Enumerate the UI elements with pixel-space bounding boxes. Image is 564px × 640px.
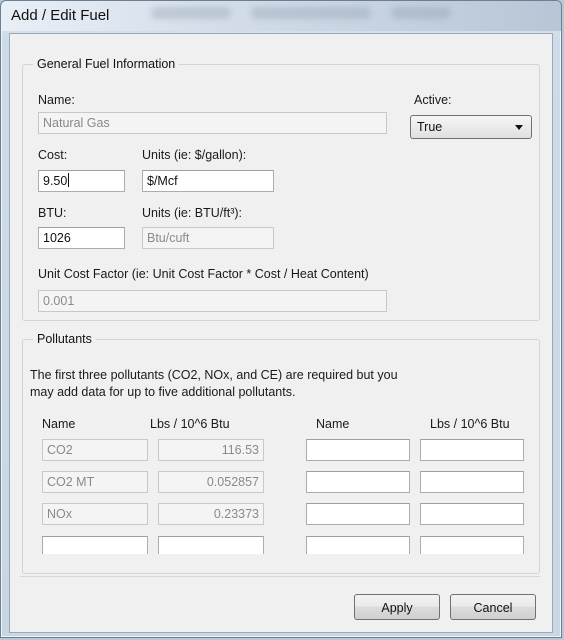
pollutant-name-cell[interactable] [42, 536, 148, 554]
apply-button[interactable]: Apply [354, 594, 440, 620]
name-field[interactable]: Natural Gas [38, 112, 387, 134]
pollutant-value-cell[interactable] [420, 503, 524, 525]
cost-label: Cost: [38, 148, 68, 162]
pollutant-value-cell[interactable] [158, 536, 264, 554]
dialog-body: General Fuel Information Name: Natural G… [9, 33, 553, 633]
dialog-window: Add / Edit Fuel General Fuel Information… [0, 0, 562, 638]
btu-units-label: Units (ie: BTU/ft³): [142, 206, 243, 220]
title-bar[interactable]: Add / Edit Fuel [1, 1, 561, 31]
pollutant-value-cell[interactable] [420, 439, 524, 461]
pollutant-name-cell[interactable]: CO2 MT [42, 471, 148, 493]
pollutants-description-line: The first three pollutants (CO2, NOx, an… [30, 368, 398, 382]
name-label: Name: [38, 93, 75, 107]
pollutant-name-cell[interactable]: NOx [42, 503, 148, 525]
active-label: Active: [414, 93, 452, 107]
pollutants-legend: Pollutants [37, 332, 92, 346]
chevron-down-icon [515, 125, 523, 130]
btu-field[interactable]: 1026 [38, 227, 125, 249]
cost-units-label: Units (ie: $/gallon): [142, 148, 247, 162]
window-title: Add / Edit Fuel [11, 7, 110, 24]
active-dropdown[interactable]: True [410, 115, 532, 139]
pollutant-value-cell[interactable]: 0.052857 [158, 471, 264, 493]
unit-cost-factor-label: Unit Cost Factor (ie: Unit Cost Factor *… [38, 267, 369, 281]
unit-cost-factor-field[interactable]: 0.001 [38, 290, 387, 312]
pollutants-description: The first three pollutants (CO2, NOx, an… [30, 367, 398, 401]
cost-units-field[interactable]: $/Mcf [142, 170, 274, 192]
pollutants-description-line: may add data for up to five additional p… [30, 385, 296, 399]
text-caret [68, 173, 70, 187]
column-header-lbs: Lbs / 10^6 Btu [430, 417, 510, 431]
pollutant-value-cell[interactable]: 0.23373 [158, 503, 264, 525]
column-header-name: Name [316, 417, 350, 431]
pollutant-value-cell[interactable]: 116.53 [158, 439, 264, 461]
cancel-button[interactable]: Cancel [450, 594, 536, 620]
background-blur [151, 7, 231, 19]
general-fuel-legend: General Fuel Information [37, 57, 176, 71]
active-dropdown-value: True [417, 120, 443, 134]
column-header-name: Name [42, 417, 76, 431]
pollutant-value-cell[interactable] [420, 471, 524, 493]
background-blur [251, 7, 371, 19]
pollutant-name-cell[interactable] [306, 439, 410, 461]
pollutant-name-cell[interactable] [306, 503, 410, 525]
btu-units-field[interactable]: Btu/cuft [142, 227, 274, 249]
btu-label: BTU: [38, 206, 67, 220]
pollutant-name-cell[interactable] [306, 471, 410, 493]
column-header-lbs: Lbs / 10^6 Btu [150, 417, 230, 431]
pollutant-name-cell[interactable]: CO2 [42, 439, 148, 461]
cost-field[interactable]: 9.50 [38, 170, 125, 192]
divider [20, 576, 540, 577]
pollutant-name-cell[interactable] [306, 536, 410, 554]
background-blur [391, 7, 451, 19]
pollutant-value-cell[interactable] [420, 536, 524, 554]
cost-field-value: 9.50 [43, 174, 68, 188]
